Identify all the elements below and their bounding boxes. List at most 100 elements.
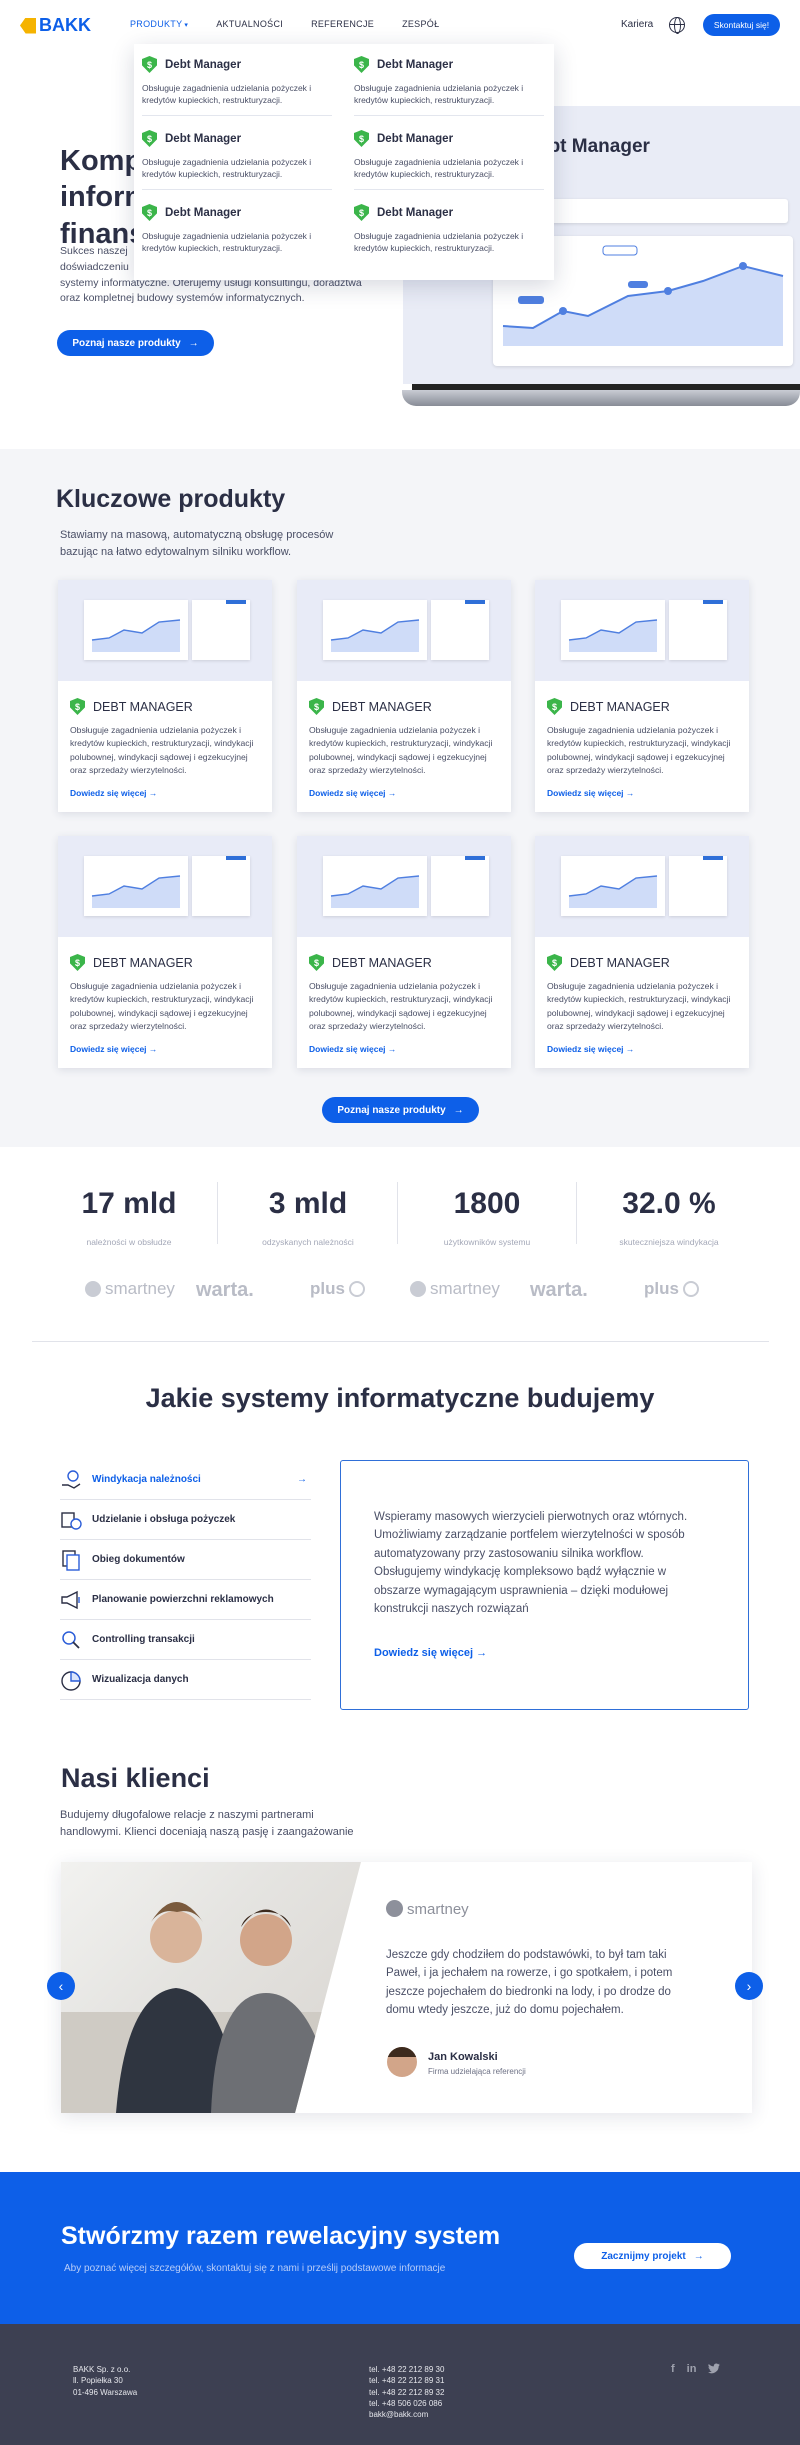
globe-icon[interactable]: [669, 17, 685, 34]
dropdown-item-title: Debt Manager: [165, 206, 242, 219]
system-item-label: Wizualizacja danych: [92, 1674, 189, 1685]
product-card-link[interactable]: Dowiedz się więcej →: [547, 1044, 737, 1054]
chart-label: [518, 296, 544, 304]
clients-desc-line: Budujemy długofalowe relacje z naszymi p…: [60, 1809, 314, 1821]
footer-phone[interactable]: tel. +48 22 212 89 32: [369, 2387, 444, 2398]
system-item-reklamy[interactable]: Planowanie powierzchni reklamowych: [60, 1580, 311, 1620]
system-more-label: Dowiedz się więcej: [374, 1647, 474, 1659]
product-card-link[interactable]: Dowiedz się więcej →: [547, 788, 737, 798]
start-project-button[interactable]: Zacznijmy projekt →: [574, 2243, 731, 2269]
twitter-icon[interactable]: [708, 2363, 721, 2377]
arrow-right-icon: →: [188, 337, 199, 349]
stat-label: skuteczniejsza windykacja: [619, 1237, 719, 1247]
dropdown-item[interactable]: $ Debt Manager Obsługuje zagadnienia udzi…: [142, 204, 332, 263]
product-card-title: DEBT MANAGER: [93, 699, 193, 714]
mini-list: [669, 600, 727, 660]
product-card-image: [58, 836, 272, 937]
testimonial-quote-line: domu wtedy jeszcze, już do domu pojechał…: [386, 2004, 624, 2017]
dropdown-item-title: Debt Manager: [377, 132, 454, 145]
contact-button[interactable]: Skontaktuj się!: [703, 14, 780, 36]
carousel-next-button[interactable]: ›: [735, 1972, 763, 2000]
shield-icon: $: [142, 204, 157, 221]
social-links: f in: [671, 2363, 721, 2377]
clients-desc: Budujemy długofalowe relacje z naszymi p…: [60, 1807, 354, 1840]
system-description-line: Obsługujemy windykację kompleksowo bądź …: [374, 1566, 667, 1579]
shield-icon: $: [354, 204, 369, 221]
divider: [217, 1182, 218, 1244]
cta-title: Stwórzmy razem rewelacyjny system: [61, 2222, 501, 2250]
product-card-title: DEBT MANAGER: [570, 955, 670, 970]
product-card-desc: Obsługuje zagadnienia udzielania pożycze…: [70, 981, 254, 1031]
nav-zespol[interactable]: ZESPÓŁ: [402, 19, 439, 29]
mini-badge: [703, 856, 723, 860]
facebook-icon[interactable]: f: [671, 2363, 675, 2377]
dropdown-item[interactable]: $ Debt Manager Obsługuje zagadnienia udzi…: [354, 56, 544, 116]
shield-icon: $: [547, 698, 562, 715]
plus-globe-icon: [682, 1281, 699, 1297]
footer-phone[interactable]: tel. +48 506 026 086: [369, 2398, 444, 2409]
magnifier-icon: [60, 1629, 82, 1651]
product-card-link[interactable]: Dowiedz się więcej →: [309, 1044, 499, 1054]
nav-referencje[interactable]: REFERENCJE: [311, 19, 374, 29]
dropdown-item[interactable]: $ Debt Manager Obsługuje zagadnienia udzi…: [354, 130, 544, 190]
mini-list: [192, 600, 250, 660]
product-card-link-label: Dowiedz się więcej: [547, 1044, 624, 1055]
client-logo: smartney: [85, 1279, 175, 1299]
nav-produkty[interactable]: PRODUKTY: [130, 19, 188, 29]
products-desc: Stawiamy na masową, automatyczną obsługę…: [60, 527, 333, 560]
footer-email[interactable]: bakk@bakk.com: [369, 2409, 444, 2420]
footer-phone[interactable]: tel. +48 22 212 89 31: [369, 2375, 444, 2386]
clients-title: Nasi klienci: [61, 1763, 210, 1793]
hero-products-button[interactable]: Poznaj nasze produkty →: [57, 330, 214, 356]
system-item-label: Planowanie powierzchni reklamowych: [92, 1594, 274, 1605]
client-logo: warta.: [530, 1279, 588, 1301]
product-card-link[interactable]: Dowiedz się więcej →: [70, 788, 260, 798]
arrow-right-icon: →: [387, 788, 397, 799]
footer-phone[interactable]: tel. +48 22 212 89 30: [369, 2364, 444, 2375]
mini-badge: [703, 600, 723, 604]
system-item-controlling[interactable]: Controlling transakcji: [60, 1620, 311, 1660]
product-card-image: [58, 580, 272, 681]
product-card[interactable]: $ DEBT MANAGER Obsługuje zagadnienia udzi…: [535, 580, 749, 812]
products-desc-line: bazując na łatwo edytowalnym silniku wor…: [60, 545, 292, 558]
dropdown-item-desc: Obsługuje zagadnienia udzielania pożycze…: [142, 82, 332, 116]
product-card-link-label: Dowiedz się więcej: [547, 788, 624, 799]
site-footer: BAKK Sp. z o.o. ll. Popiełka 30 01-496 W…: [0, 2324, 800, 2445]
dropdown-item[interactable]: $ Debt Manager Obsługuje zagadnienia udzi…: [142, 56, 332, 116]
dropdown-item-title: Debt Manager: [165, 132, 242, 145]
product-card[interactable]: $ DEBT MANAGER Obsługuje zagadnienia udzi…: [58, 836, 272, 1068]
mini-list: [431, 600, 489, 660]
product-card[interactable]: $ DEBT MANAGER Obsługuje zagadnienia udzi…: [58, 580, 272, 812]
nav-aktualnosci[interactable]: AKTUALNOŚCI: [216, 19, 283, 29]
carousel-prev-button[interactable]: ‹: [47, 1972, 75, 2000]
system-item-pozyczki[interactable]: Udzielanie i obsługa pożyczek: [60, 1500, 311, 1540]
laptop-base: [402, 390, 800, 406]
mini-list: [669, 856, 727, 916]
products-button[interactable]: Poznaj nasze produkty →: [322, 1097, 479, 1123]
shield-icon: $: [547, 954, 562, 971]
product-card[interactable]: $ DEBT MANAGER Obsługuje zagadnienia udzi…: [535, 836, 749, 1068]
testimonial-photo: [61, 1862, 361, 2113]
products-title: Kluczowe produkty: [56, 485, 286, 513]
footer-address-line: 01-496 Warszawa: [73, 2387, 138, 2397]
system-more-link[interactable]: Dowiedz się więcej →: [374, 1647, 487, 1659]
system-item-dokumenty[interactable]: Obieg dokumentów: [60, 1540, 311, 1580]
product-card-title: DEBT MANAGER: [332, 699, 432, 714]
product-card-link[interactable]: Dowiedz się więcej →: [70, 1044, 260, 1054]
shield-icon: $: [70, 954, 85, 971]
mini-badge: [465, 600, 485, 604]
dropdown-item[interactable]: $ Debt Manager Obsługuje zagadnienia udzi…: [142, 130, 332, 190]
product-card[interactable]: $ DEBT MANAGER Obsługuje zagadnienia udzi…: [297, 836, 511, 1068]
product-card-desc: Obsługuje zagadnienia udzielania pożycze…: [547, 725, 731, 775]
testimonial-logo: smartney: [386, 1900, 469, 1918]
product-card-link[interactable]: Dowiedz się więcej →: [309, 788, 499, 798]
dropdown-item[interactable]: $ Debt Manager Obsługuje zagadnienia udzi…: [354, 204, 544, 263]
system-item-label: Controlling transakcji: [92, 1634, 195, 1645]
product-card[interactable]: $ DEBT MANAGER Obsługuje zagadnienia udzi…: [297, 580, 511, 812]
system-item-windykacja[interactable]: Windykacja należności →: [60, 1460, 311, 1500]
logo[interactable]: BAKK: [20, 15, 91, 36]
nav-kariera[interactable]: Kariera: [621, 19, 653, 30]
shield-icon: $: [354, 130, 369, 147]
linkedin-icon[interactable]: in: [687, 2363, 697, 2377]
system-item-wizualizacja[interactable]: Wizualizacja danych: [60, 1660, 311, 1700]
